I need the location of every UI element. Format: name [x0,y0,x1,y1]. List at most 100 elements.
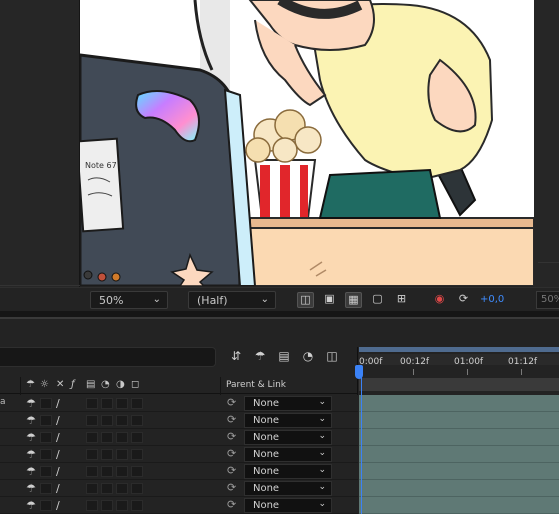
composition-canvas[interactable]: Note 67 [80,0,534,286]
pick-whip-icon[interactable]: ⟳ [227,481,236,494]
motion-blur-switch[interactable] [101,483,113,494]
collapse-switch[interactable] [40,398,52,409]
layer-row[interactable]: ☂ ∕ ⟳ None ⌄ [0,446,358,463]
motion-blur-switch[interactable] [101,432,113,443]
shy-switch-icon[interactable]: ☂ [26,482,36,495]
layer-row[interactable]: ☂ ∕ ⟳ None ⌄ [0,463,358,480]
time-ruler[interactable]: 0:00f 00:12f 01:00f 01:12f [359,347,559,394]
pick-whip-icon[interactable]: ⟳ [227,447,236,460]
frame-blend-switch[interactable] [86,483,98,494]
shy-switch-icon[interactable]: ☂ [26,431,36,444]
parent-dropdown[interactable]: None ⌄ [244,430,332,445]
partial-dropdown[interactable]: 50% [536,291,559,309]
layer-duration-bar[interactable] [359,446,559,463]
motion-blur-icon[interactable]: ◔ [300,349,316,365]
quality-slash-icon[interactable]: ∕ [56,414,60,427]
collapse-switch[interactable] [40,449,52,460]
layer-duration-bar[interactable] [359,463,559,480]
work-area-bar[interactable] [359,378,559,391]
parent-dropdown[interactable]: None ⌄ [244,447,332,462]
adjustment-switch[interactable] [116,415,128,426]
pick-whip-icon[interactable]: ⟳ [227,413,236,426]
collapse-switch[interactable] [40,432,52,443]
adjustment-switch[interactable] [116,466,128,477]
layer-duration-bar[interactable] [359,429,559,446]
composition-flowchart-icon[interactable]: ⇵ [228,349,244,365]
3d-switch[interactable] [131,415,143,426]
parent-dropdown[interactable]: None ⌄ [244,464,332,479]
3d-switch[interactable] [131,483,143,494]
quality-slash-icon[interactable]: ∕ [56,397,60,410]
motion-blur-switch[interactable] [101,466,113,477]
exposure-value[interactable]: +0,0 [480,294,504,305]
transparency-grid-icon[interactable]: ▣ [321,292,338,308]
collapse-switch[interactable] [40,500,52,511]
layer-row[interactable]: ☂ ∕ ⟳ None ⌄ [0,497,358,514]
quality-slash-icon[interactable]: ∕ [56,465,60,478]
motion-blur-switch[interactable] [101,415,113,426]
adjustment-switch[interactable] [116,500,128,511]
pick-whip-icon[interactable]: ⟳ [227,464,236,477]
shy-switch-icon[interactable]: ☂ [26,499,36,512]
motion-blur-switch[interactable] [101,449,113,460]
quality-slash-icon[interactable]: ∕ [56,499,60,512]
collapse-switch[interactable] [40,483,52,494]
layer-row[interactable]: ☂ ∕ ⟳ None ⌄ [0,412,358,429]
resolution-dropdown[interactable]: (Half) ⌄ [188,291,276,309]
layer-duration-bar[interactable] [359,497,559,514]
3d-switch[interactable] [131,432,143,443]
frame-blend-switch[interactable] [86,415,98,426]
parent-dropdown[interactable]: None ⌄ [244,413,332,428]
fast-previews-icon[interactable]: ◫ [297,292,314,308]
parent-dropdown[interactable]: None ⌄ [244,396,332,411]
adjustment-switch[interactable] [116,398,128,409]
layer-duration-bar[interactable] [359,412,559,429]
frame-blend-switch[interactable] [86,500,98,511]
shy-switch-icon[interactable]: ☂ [26,448,36,461]
frame-blend-switch[interactable] [86,398,98,409]
layer-row[interactable]: ☂ ∕ ⟳ None ⌄ [0,429,358,446]
layer-duration-bar[interactable] [359,480,559,497]
pick-whip-icon[interactable]: ⟳ [227,430,236,443]
3d-switch[interactable] [131,466,143,477]
collapse-switch[interactable] [40,466,52,477]
parent-dropdown[interactable]: None ⌄ [244,481,332,496]
adjustment-switch[interactable] [116,449,128,460]
adjustment-switch[interactable] [116,483,128,494]
3d-layer-header-icon: ◻ [131,379,140,390]
parent-dropdown[interactable]: None ⌄ [244,498,332,513]
quality-slash-icon[interactable]: ∕ [56,448,60,461]
region-of-interest-icon[interactable]: ▦ [345,292,362,308]
3d-switch[interactable] [131,449,143,460]
layer-row[interactable]: a ☂ ∕ ⟳ None ⌄ [0,395,358,412]
motion-blur-switch[interactable] [101,500,113,511]
shy-switch-icon[interactable]: ☂ [26,397,36,410]
frame-blending-icon[interactable]: ▤ [276,349,292,365]
toggle-mask-icon[interactable]: ▢ [369,292,386,308]
pick-whip-icon[interactable]: ⟳ [227,498,236,511]
reset-exposure-icon[interactable]: ⟳ [455,292,472,308]
3d-switch[interactable] [131,500,143,511]
frame-blend-switch[interactable] [86,432,98,443]
collapse-switch[interactable] [40,415,52,426]
color-channels-icon[interactable]: ◉ [431,292,448,308]
zoom-dropdown[interactable]: 50% ⌄ [90,291,168,309]
motion-blur-switch[interactable] [101,398,113,409]
shy-switch-icon[interactable]: ☂ [26,465,36,478]
ruler-label: 00:12f [400,357,430,367]
pick-whip-icon[interactable]: ⟳ [227,396,236,409]
frame-blend-switch[interactable] [86,466,98,477]
navigator-bar[interactable] [359,347,559,352]
graph-editor-icon[interactable]: ◫ [324,349,340,365]
3d-switch[interactable] [131,398,143,409]
quality-slash-icon[interactable]: ∕ [56,482,60,495]
shy-switch-icon[interactable]: ☂ [26,414,36,427]
frame-blend-switch[interactable] [86,449,98,460]
shy-layers-icon[interactable]: ☂ [252,349,268,365]
layer-search-input[interactable] [0,347,216,367]
layer-duration-bar[interactable] [359,395,559,412]
guides-icon[interactable]: ⊞ [393,292,410,308]
quality-slash-icon[interactable]: ∕ [56,431,60,444]
layer-row[interactable]: ☂ ∕ ⟳ None ⌄ [0,480,358,497]
adjustment-switch[interactable] [116,432,128,443]
